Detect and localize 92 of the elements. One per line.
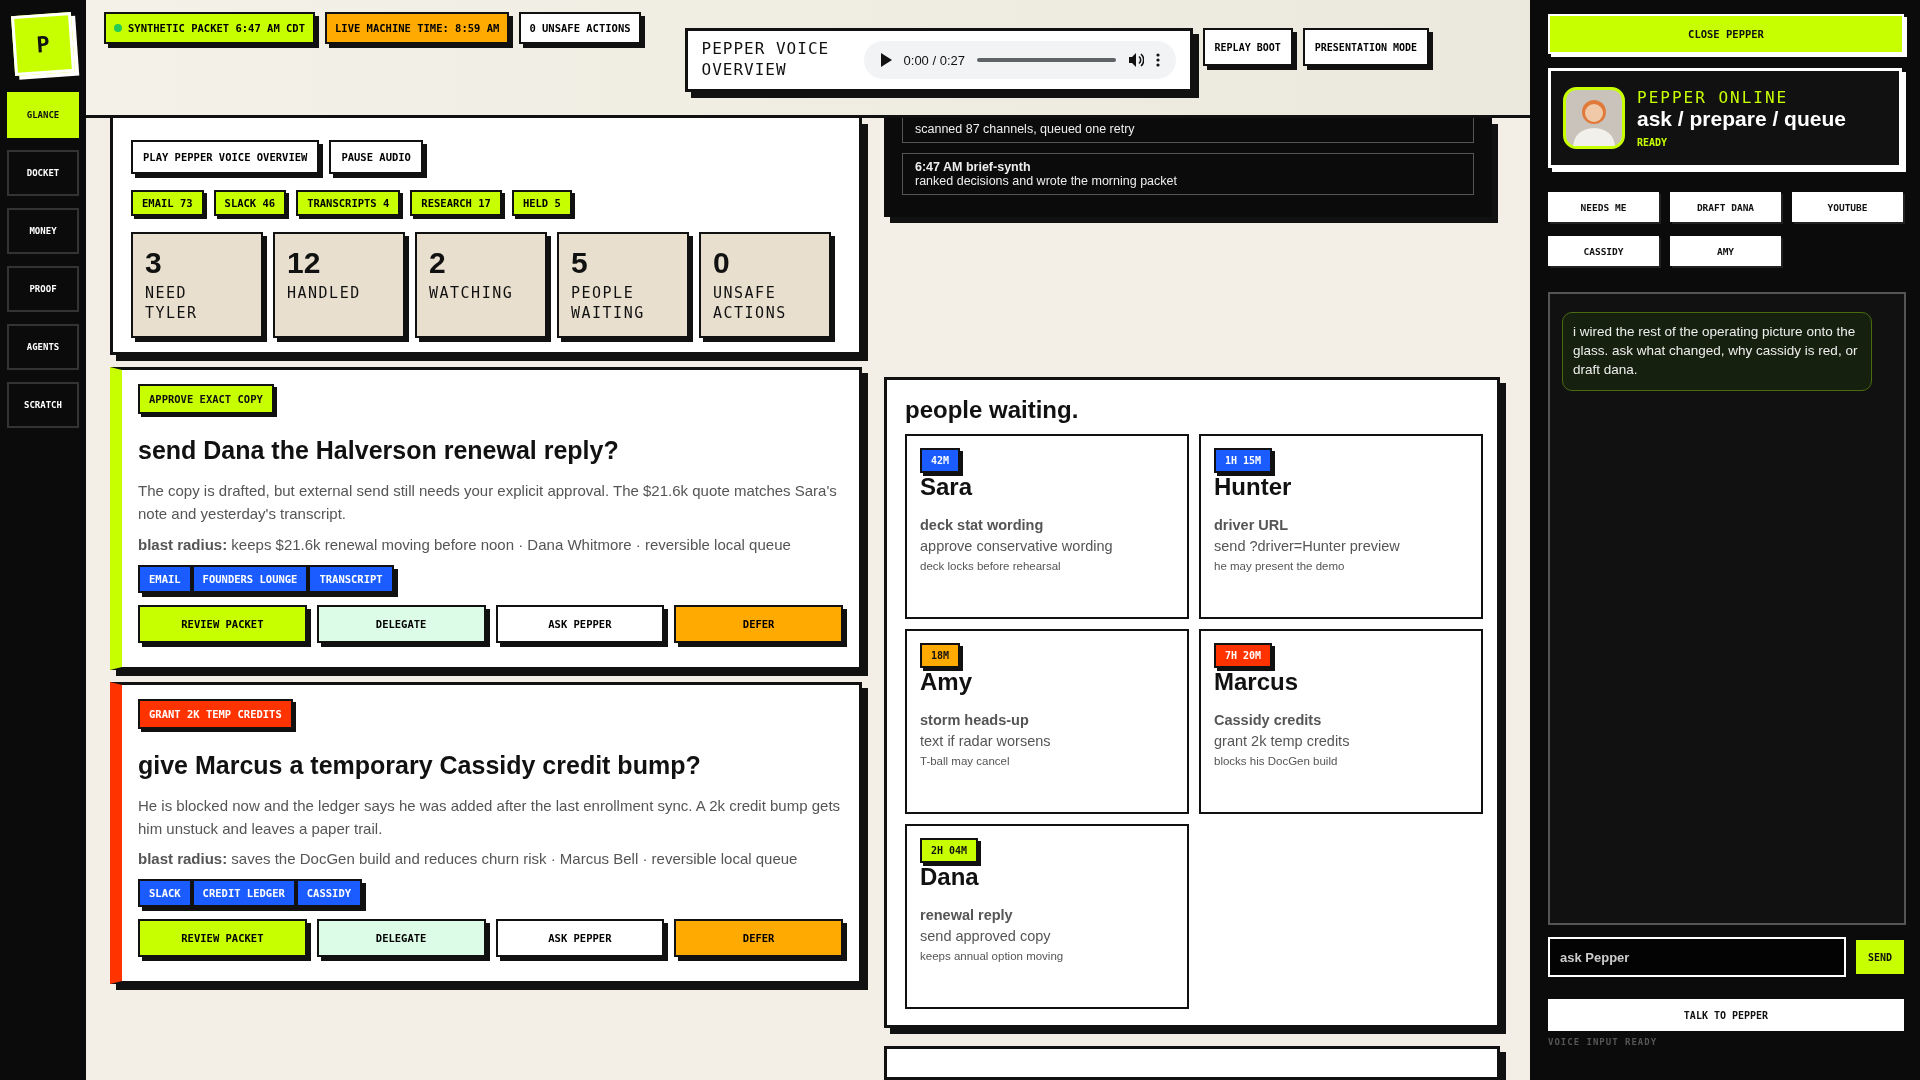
stat-label: NEED TYLER [145, 284, 199, 323]
person-topic: storm heads-up [920, 712, 1029, 728]
wait-time-tag: 7H 20M [1214, 643, 1273, 668]
nav-item[interactable]: DOCKET [7, 150, 79, 196]
log-text: ranked decisions and wrote the morning packet [915, 174, 1178, 188]
source-count-tag: RESEARCH 17 [410, 190, 502, 216]
person-action: text if radar worsens [920, 733, 1051, 749]
source-tag[interactable]: CASSIDY [295, 879, 363, 907]
blast-radius-text: blast radius: keeps $21.6k renewal moving before noon · Dana Whitmore · reversible local queue [138, 535, 791, 553]
wait-time-tag: 2H 04M [920, 838, 979, 863]
source-tag[interactable]: EMAIL [138, 564, 192, 593]
source-count-tag: HELD 5 [511, 190, 572, 216]
person-card[interactable]: 42M Sara deck stat wording approve conservative wording deck locks before rehearsal [905, 434, 1189, 619]
person-topic: Cassidy credits [1214, 712, 1322, 728]
decision-text: He is blocked now and the ledger says he was added after the last enrollment sync. A 2k credit bump gets him unstuck and leaves a paper trail. [138, 795, 842, 839]
assistant-headline: ask / prepare / queue [1637, 107, 1846, 131]
chat-message: i wired the rest of the operating picture onto the glass. ask what changed, why cassidy is red, or draft dana. [1562, 312, 1872, 391]
source-tag[interactable]: FOUNDERS LOUNGE [191, 564, 309, 593]
more-icon[interactable] [1155, 53, 1160, 67]
source-tag[interactable]: SLACK [138, 879, 192, 907]
person-topic: deck stat wording [920, 517, 1044, 533]
source-count-tag: SLACK 46 [213, 190, 287, 216]
person-name: Hunter [1214, 473, 1292, 501]
decision-title: give Marcus a temporary Cassidy credit bump? [138, 750, 701, 780]
person-card[interactable]: 2H 04M Dana renewal reply send approved copy keeps annual option moving [905, 824, 1189, 1009]
prompt-chip[interactable]: CASSIDY [1548, 236, 1659, 266]
stat-label: UNSAFE ACTIONS [713, 284, 788, 323]
person-card[interactable]: 7H 20M Marcus Cassidy credits grant 2k temp credits blocks his DocGen build [1199, 629, 1483, 814]
stat-value: 3 [145, 248, 163, 278]
assistant-state: READY [1637, 137, 1669, 148]
person-topic: driver URL [1214, 517, 1289, 533]
person-note: T-ball may cancel [920, 755, 1010, 767]
stat-value: 5 [571, 248, 589, 278]
voice-title: PEPPER VOICE OVERVIEW [701, 39, 831, 81]
person-name: Amy [920, 668, 973, 696]
stat-value: 0 [713, 248, 731, 278]
stat-label: WATCHING [429, 284, 515, 304]
chat-input-field[interactable]: ask Pepper [1548, 937, 1846, 977]
status-dot-icon [114, 24, 122, 32]
person-card[interactable]: 1H 15M Hunter driver URL send ?driver=Hunter preview he may present the demo [1199, 434, 1483, 619]
source-count-tag: TRANSCRIPTS 4 [296, 190, 401, 216]
stat-label: PEOPLE WAITING [571, 284, 646, 323]
person-note: keeps annual option moving [920, 950, 1064, 962]
volume-icon[interactable] [1127, 52, 1144, 68]
person-name: Dana [920, 863, 979, 891]
nav-item[interactable]: AGENTS [7, 324, 79, 370]
audio-player[interactable]: 0:00 / 0:27 [863, 41, 1176, 79]
decision-text: The copy is drafted, but external send still needs your explicit approval. The $21.6k quote matches Sara's note and yesterday's transcript. [138, 481, 838, 525]
audio-time: 0:00 / 0:27 [903, 52, 965, 68]
person-name: Marcus [1214, 668, 1299, 696]
person-name: Sara [920, 473, 973, 501]
person-note: blocks his DocGen build [1214, 755, 1338, 767]
avatar [1563, 87, 1625, 149]
close-button[interactable]: CLOSE PEPPER [1548, 14, 1904, 54]
assistant-status: PEPPER ONLINE [1637, 88, 1790, 107]
log-text: scanned 87 channels, queued one retry [915, 122, 1136, 136]
nav-item[interactable]: SCRATCH [7, 382, 79, 428]
panel-title: people waiting. [905, 396, 1080, 424]
stat-value: 2 [429, 248, 447, 278]
source-tag[interactable]: TRANSCRIPT [308, 564, 394, 593]
source-count-tag: EMAIL 73 [131, 190, 204, 216]
person-action: send ?driver=Hunter preview [1214, 538, 1400, 554]
wait-time-tag: 1H 15M [1214, 448, 1273, 473]
stat-label: HANDLED [287, 284, 362, 304]
decision-tag: APPROVE EXACT COPY [138, 384, 274, 414]
blast-radius-text: blast radius: saves the DocGen build and reduces churn risk · Marcus Bell · reversible local queue [138, 850, 798, 867]
talk-button[interactable]: TALK TO PEPPER [1548, 999, 1904, 1031]
prompt-chip[interactable]: YOUTUBE [1792, 192, 1903, 222]
wait-time-tag: 42M [920, 448, 961, 473]
wait-time-tag: 18M [920, 643, 961, 668]
log-title: 6:47 AM brief-synth [915, 160, 1032, 174]
play-icon[interactable] [879, 53, 892, 67]
stat-value: 12 [287, 248, 322, 278]
decision-title: send Dana the Halverson renewal reply? [138, 436, 619, 465]
person-note: he may present the demo [1214, 560, 1345, 572]
nav-item[interactable]: PROOF [7, 266, 79, 312]
prompt-chip[interactable]: NEEDS ME [1548, 192, 1659, 222]
prompt-chip[interactable]: DRAFT DANA [1670, 192, 1781, 222]
prompt-chip[interactable]: AMY [1670, 236, 1781, 266]
audio-progress-track[interactable] [977, 58, 1116, 62]
send-button[interactable]: SEND [1856, 940, 1904, 974]
person-action: grant 2k temp credits [1214, 733, 1350, 749]
person-action: send approved copy [920, 928, 1051, 944]
person-topic: renewal reply [920, 907, 1013, 923]
person-note: deck locks before rehearsal [920, 560, 1061, 572]
person-action: approve conservative wording [920, 538, 1113, 554]
nav-item[interactable]: MONEY [7, 208, 79, 254]
voice-status: VOICE INPUT READY [1548, 1037, 1659, 1047]
nav-item[interactable]: GLANCE [7, 92, 79, 138]
person-card[interactable]: 18M Amy storm heads-up text if radar worsens T-ball may cancel [905, 629, 1189, 814]
source-tag[interactable]: CREDIT LEDGER [191, 879, 296, 907]
decision-tag: GRANT 2K TEMP CREDITS [138, 698, 293, 729]
